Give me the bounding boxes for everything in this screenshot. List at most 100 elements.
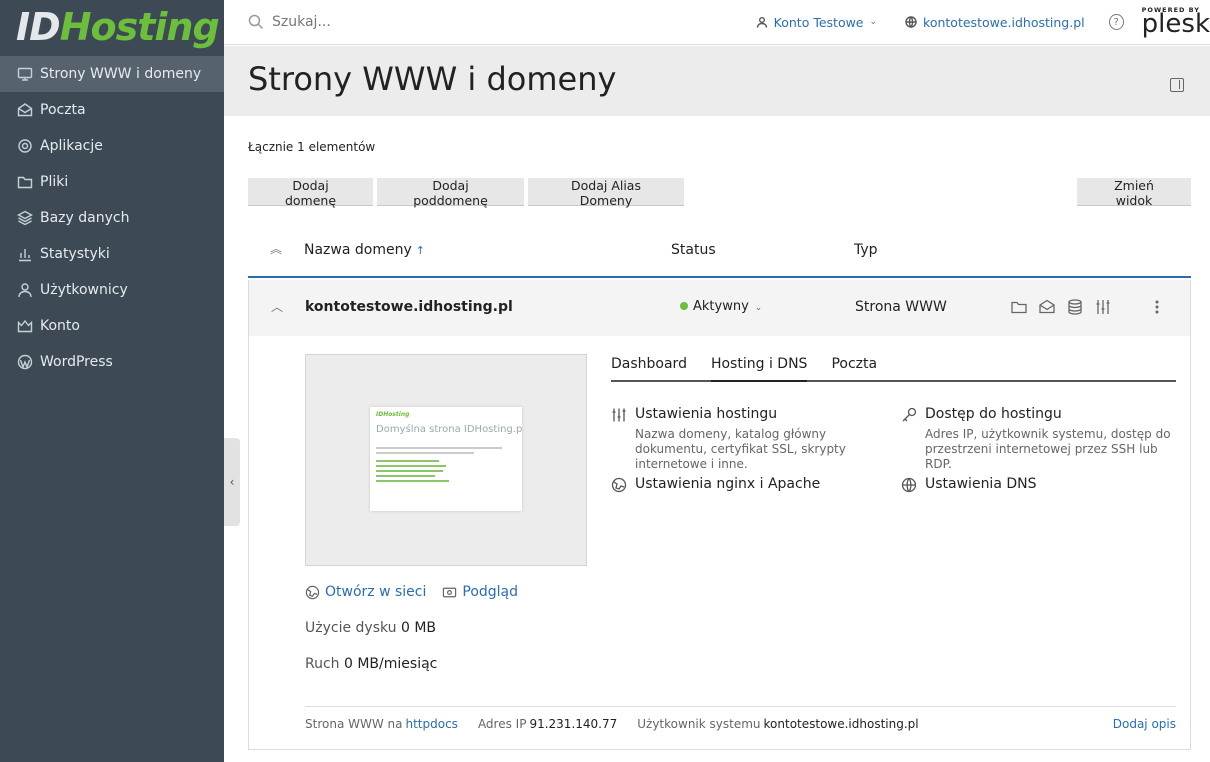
tool-title[interactable]: Dostęp do hostingu <box>925 406 1181 422</box>
sidebar-item-account[interactable]: Konto <box>0 308 224 344</box>
preview-line <box>376 447 502 449</box>
sidebar-item-wordpress[interactable]: WordPress <box>0 344 224 380</box>
sidebar-item-label: Strony WWW i domeny <box>40 66 202 82</box>
add-domain-button[interactable]: Dodaj domenę <box>248 178 373 208</box>
table-header: ︽ Nazwa domeny ↑ Status Typ <box>248 234 1191 278</box>
chevron-down-icon: ⌄ <box>869 17 878 27</box>
sidebar-item-files[interactable]: Pliki <box>0 164 224 200</box>
title-band: Strony WWW i domeny <box>224 46 1210 116</box>
tab-hosting-dns[interactable]: Hosting i DNS <box>710 356 808 382</box>
httpdocs-link[interactable]: httpdocs <box>405 717 457 731</box>
sidebar-item-label: Pliki <box>40 174 69 190</box>
preview-line <box>376 470 444 472</box>
user-menu[interactable]: Konto Testowe ⌄ <box>756 15 877 30</box>
database-icon[interactable] <box>1066 298 1084 316</box>
traffic: Ruch 0 MB/miesiąc <box>305 656 437 672</box>
site-root-label: Strona WWW na <box>305 716 403 731</box>
eye-icon <box>443 587 457 597</box>
system-user-value: kontotestowe.idhosting.pl <box>763 716 919 731</box>
tool-title[interactable]: Ustawienia hostingu <box>635 406 891 422</box>
disk-usage-value: 0 MB <box>401 620 437 636</box>
traffic-label: Ruch <box>305 656 340 672</box>
sidebar-item-users[interactable]: Użytkownicy <box>0 272 224 308</box>
panel-toggle-icon[interactable] <box>1170 78 1184 92</box>
traffic-value: 0 MB/miesiąc <box>344 656 438 672</box>
sidebar-collapse-button[interactable]: ‹ <box>224 438 240 526</box>
add-subdomain-button[interactable]: Dodaj poddomenę <box>377 178 524 208</box>
preview-links: Otwórz w sieci Podgląd <box>305 584 518 600</box>
help-icon[interactable]: ? <box>1108 14 1124 30</box>
settings-sliders-icon[interactable] <box>1094 298 1112 316</box>
status-active-icon <box>680 302 688 310</box>
site-preview[interactable]: IDHosting Domyślna strona IDHosting.pl <box>305 354 587 566</box>
plesk-wordmark: plesk <box>1141 9 1210 40</box>
logo-id: ID <box>16 5 61 49</box>
sliders-icon <box>611 407 627 423</box>
ip-value: 91.231.140.77 <box>529 716 618 731</box>
status-dropdown[interactable]: Aktywny ⌄ <box>680 299 762 314</box>
ip-label: Adres IP <box>477 716 527 731</box>
folder-icon <box>16 173 34 191</box>
domain-detail-panel: IDHosting Domyślna strona IDHosting.pl O… <box>248 336 1191 750</box>
table-row[interactable]: ︿ kontotestowe.idhosting.pl Aktywny ⌄ Str… <box>248 280 1191 336</box>
tool-hosting-access[interactable]: Dostęp do hostingu Adres IP, użytkownik … <box>901 406 1181 472</box>
collapse-all-icon[interactable]: ︽ <box>270 240 282 257</box>
sidebar-item-label: WordPress <box>40 354 113 370</box>
disk-usage-label: Użycie dysku <box>305 620 397 636</box>
sidebar-item-applications[interactable]: Aplikacje <box>0 128 224 164</box>
open-web-label: Otwórz w sieci <box>325 584 427 600</box>
domain-name: kontotestowe.idhosting.pl <box>923 14 1085 30</box>
add-alias-button[interactable]: Dodaj Alias Domeny <box>528 178 684 208</box>
preview-line <box>376 465 446 467</box>
domain-name-cell[interactable]: kontotestowe.idhosting.pl <box>305 299 513 315</box>
sort-up-icon: ↑ <box>415 244 425 257</box>
preview-line <box>376 475 435 477</box>
folder-icon[interactable] <box>1010 298 1028 316</box>
preview-line <box>376 480 449 482</box>
sidebar-item-label: Konto <box>40 318 80 334</box>
search-input[interactable] <box>272 14 672 30</box>
page-title: Strony WWW i domeny <box>248 60 617 98</box>
column-domain-name[interactable]: Nazwa domeny ↑ <box>304 242 425 258</box>
globe-icon <box>305 585 320 599</box>
open-web-link[interactable]: Otwórz w sieci <box>305 584 426 600</box>
add-description-link[interactable]: Dodaj opis <box>1113 717 1176 731</box>
tool-title[interactable]: Ustawienia DNS <box>925 476 1181 492</box>
sidebar: IDHosting Strony WWW i domeny Poczta Apl… <box>0 0 224 762</box>
tool-title[interactable]: Ustawienia nginx i Apache <box>635 476 891 492</box>
sidebar-item-databases[interactable]: Bazy danych <box>0 200 224 236</box>
tab-mail[interactable]: Poczta <box>831 356 877 380</box>
bar-chart-icon <box>16 245 34 263</box>
tool-hosting-settings[interactable]: Ustawienia hostingu Nazwa domeny, katalo… <box>611 406 891 472</box>
sidebar-item-statistics[interactable]: Statystyki <box>0 236 224 272</box>
user-icon <box>16 281 34 299</box>
gear-icon <box>16 137 34 155</box>
mail-icon <box>16 101 34 119</box>
column-status[interactable]: Status <box>671 242 716 258</box>
tab-dashboard[interactable]: Dashboard <box>611 356 687 380</box>
tool-dns-settings[interactable]: Ustawienia DNS <box>901 476 1181 493</box>
preview-thumbnail: IDHosting Domyślna strona IDHosting.pl <box>370 407 522 511</box>
preview-link[interactable]: Podgląd <box>442 584 518 600</box>
chevron-left-icon: ‹ <box>229 475 235 489</box>
globe-icon <box>905 16 917 28</box>
sidebar-item-label: Bazy danych <box>40 210 130 226</box>
logo-hosting: Hosting <box>59 5 220 49</box>
sidebar-item-websites[interactable]: Strony WWW i domeny <box>0 56 224 92</box>
change-view-button[interactable]: Zmień widok <box>1077 178 1191 208</box>
chevron-up-icon[interactable]: ︿ <box>271 298 283 315</box>
mail-icon[interactable] <box>1038 298 1056 316</box>
sidebar-item-label: Użytkownicy <box>40 282 128 298</box>
preview-line <box>376 460 439 462</box>
more-vertical-icon[interactable] <box>1148 298 1166 316</box>
globe-icon <box>611 477 627 493</box>
idhosting-logo[interactable]: IDHosting <box>0 0 224 56</box>
sidebar-item-label: Statystyki <box>40 246 110 262</box>
sidebar-item-mail[interactable]: Poczta <box>0 92 224 128</box>
domain-link[interactable]: kontotestowe.idhosting.pl <box>905 15 1085 30</box>
domain-tabs: Dashboard Hosting i DNS Poczta <box>611 356 1176 382</box>
preview-logo: IDHosting <box>376 411 410 418</box>
column-type[interactable]: Typ <box>854 242 878 258</box>
tool-nginx-apache[interactable]: Ustawienia nginx i Apache <box>611 476 891 493</box>
disk-usage: Użycie dysku 0 MB <box>305 620 436 636</box>
